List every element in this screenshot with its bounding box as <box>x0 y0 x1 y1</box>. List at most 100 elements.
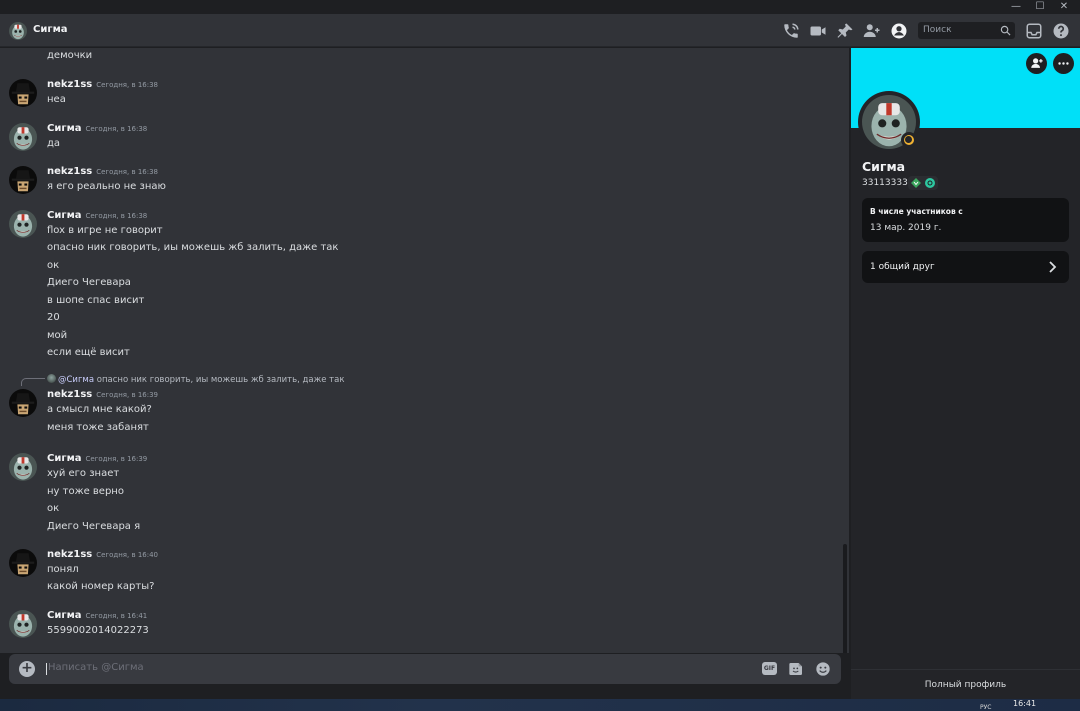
message-text: 5599002014022273 <box>47 625 149 636</box>
message-text: опасно ник говорить, иы можешь жб залить… <box>47 242 339 253</box>
user-avatar[interactable] <box>9 610 37 638</box>
timestamp: Сегодня, в 16:39 <box>96 391 158 399</box>
message-text: я его реально не знаю <box>47 181 166 192</box>
message-input[interactable]: Написать @Сигма <box>48 662 144 673</box>
add-friend-icon[interactable] <box>863 22 881 40</box>
message-text: демочки <box>47 50 93 61</box>
message-text: понял <box>47 564 79 575</box>
user-avatar[interactable] <box>9 210 37 238</box>
reply-avatar <box>47 374 56 383</box>
timestamp: Сегодня, в 16:40 <box>96 551 158 559</box>
chat-scrollbar[interactable] <box>843 544 847 653</box>
hypesquad-badge-icon[interactable] <box>910 177 922 189</box>
nitro-badge-icon[interactable] <box>924 177 936 189</box>
member-since-card: В числе участников с 13 мар. 2019 г. <box>862 198 1069 242</box>
reply-connector <box>21 378 45 386</box>
message-header: nekz1ss Сегодня, в 16:38 <box>47 79 158 90</box>
message-text: ну тоже верно <box>47 486 124 497</box>
author-name[interactable]: Сигма <box>47 210 82 221</box>
profile-username: 33113333 <box>862 178 908 188</box>
dm-header: Сигма Поиск <box>0 14 1080 47</box>
close-button[interactable]: ✕ <box>1052 0 1076 14</box>
message-header: nekz1ss Сегодня, в 16:40 <box>47 549 158 560</box>
chat-area: демочки nekz1ss Сегодня, в 16:38 неа Сигм… <box>0 48 849 653</box>
author-name[interactable]: nekz1ss <box>47 79 92 90</box>
search-box[interactable]: Поиск <box>918 22 1015 39</box>
user-avatar[interactable] <box>9 79 37 107</box>
message-text: неа <box>47 94 66 105</box>
message-text: flox в игре не говорит <box>47 225 163 236</box>
text-cursor <box>46 663 47 675</box>
phone-call-icon[interactable] <box>782 22 800 40</box>
message-header: Сигма Сегодня, в 16:38 <box>47 210 147 221</box>
message-composer[interactable]: + Написать @Сигма GIF <box>9 654 841 684</box>
gif-icon[interactable]: GIF <box>762 662 777 675</box>
idle-status-icon <box>901 132 917 148</box>
user-profile-icon[interactable] <box>890 22 908 40</box>
author-name[interactable]: nekz1ss <box>47 166 92 177</box>
user-profile-panel: Сигма 33113333 В числе участников с 13 м… <box>851 48 1080 699</box>
tray-language[interactable]: РУС <box>980 704 991 711</box>
message-text: хуй его знает <box>47 468 120 479</box>
user-avatar[interactable] <box>9 453 37 481</box>
author-name[interactable]: Сигма <box>47 453 82 464</box>
video-call-icon[interactable] <box>809 22 827 40</box>
add-friend-button[interactable] <box>1026 53 1047 74</box>
message-header: Сигма Сегодня, в 16:38 <box>47 123 147 134</box>
full-profile-footer: Полный профиль <box>851 669 1080 699</box>
mutual-friends-label: 1 общий друг <box>870 262 935 272</box>
minimize-button[interactable]: — <box>1004 0 1028 14</box>
profile-display-name: Сигма <box>862 159 906 174</box>
message-text: если ещё висит <box>47 347 130 358</box>
timestamp: Сегодня, в 16:39 <box>85 455 148 463</box>
user-avatar[interactable] <box>9 123 37 151</box>
author-name[interactable]: nekz1ss <box>47 549 92 560</box>
maximize-button[interactable]: ☐ <box>1028 0 1052 14</box>
message-text: ок <box>47 503 60 514</box>
dm-recipient-name[interactable]: Сигма <box>33 24 68 35</box>
pin-icon[interactable] <box>836 22 854 40</box>
user-avatar[interactable] <box>9 166 37 194</box>
message-header: Сигма Сегодня, в 16:41 <box>47 610 147 621</box>
message-text: ок <box>47 260 60 271</box>
message-header: nekz1ss Сегодня, в 16:38 <box>47 166 158 177</box>
inbox-icon[interactable] <box>1025 22 1043 40</box>
timestamp: Сегодня, в 16:38 <box>96 81 158 89</box>
window-controls: — ☐ ✕ <box>1004 0 1076 14</box>
message-text: в шопе спас висит <box>47 295 145 306</box>
timestamp: Сегодня, в 16:38 <box>85 212 148 220</box>
tray-clock[interactable]: 16:41 <box>1013 699 1036 708</box>
message-header: nekz1ss Сегодня, в 16:39 <box>47 389 158 400</box>
message-text: да <box>47 138 61 149</box>
timestamp: Сегодня, в 16:41 <box>85 612 148 620</box>
author-name[interactable]: Сигма <box>47 123 82 134</box>
help-icon[interactable] <box>1052 22 1070 40</box>
message-text: меня тоже забанят <box>47 422 149 433</box>
message-text: какой номер карты? <box>47 581 155 592</box>
header-avatar[interactable] <box>9 22 27 40</box>
chevron-right-icon <box>1047 260 1059 274</box>
author-name[interactable]: Сигма <box>47 610 82 621</box>
message-header: Сигма Сегодня, в 16:39 <box>47 453 147 464</box>
user-avatar[interactable] <box>9 389 37 417</box>
reply-preview[interactable]: @Сигма опасно ник говорить, иы можешь жб… <box>47 374 344 385</box>
search-icon[interactable] <box>1000 25 1011 36</box>
profile-badges <box>908 176 938 190</box>
more-options-icon[interactable] <box>1053 53 1074 74</box>
member-since-title: В числе участников с <box>870 207 963 216</box>
reply-mention[interactable]: @Сигма <box>58 375 94 385</box>
author-name[interactable]: nekz1ss <box>47 389 92 400</box>
timestamp: Сегодня, в 16:38 <box>85 125 148 133</box>
member-since-date: 13 мар. 2019 г. <box>870 223 942 233</box>
sticker-icon[interactable] <box>788 661 804 677</box>
full-profile-link[interactable]: Полный профиль <box>851 680 1080 690</box>
message-text: 20 <box>47 312 60 323</box>
add-attachment-icon[interactable]: + <box>19 661 35 677</box>
emoji-icon[interactable] <box>815 661 831 677</box>
reply-text: опасно ник говорить, иы можешь жб залить… <box>96 375 345 385</box>
profile-avatar[interactable] <box>858 91 920 153</box>
mutual-friends-row[interactable]: 1 общий друг <box>862 251 1069 283</box>
message-text: Диего Чегевара я <box>47 521 141 532</box>
user-avatar[interactable] <box>9 549 37 577</box>
message-list: демочки nekz1ss Сегодня, в 16:38 неа Сигм… <box>0 48 840 653</box>
